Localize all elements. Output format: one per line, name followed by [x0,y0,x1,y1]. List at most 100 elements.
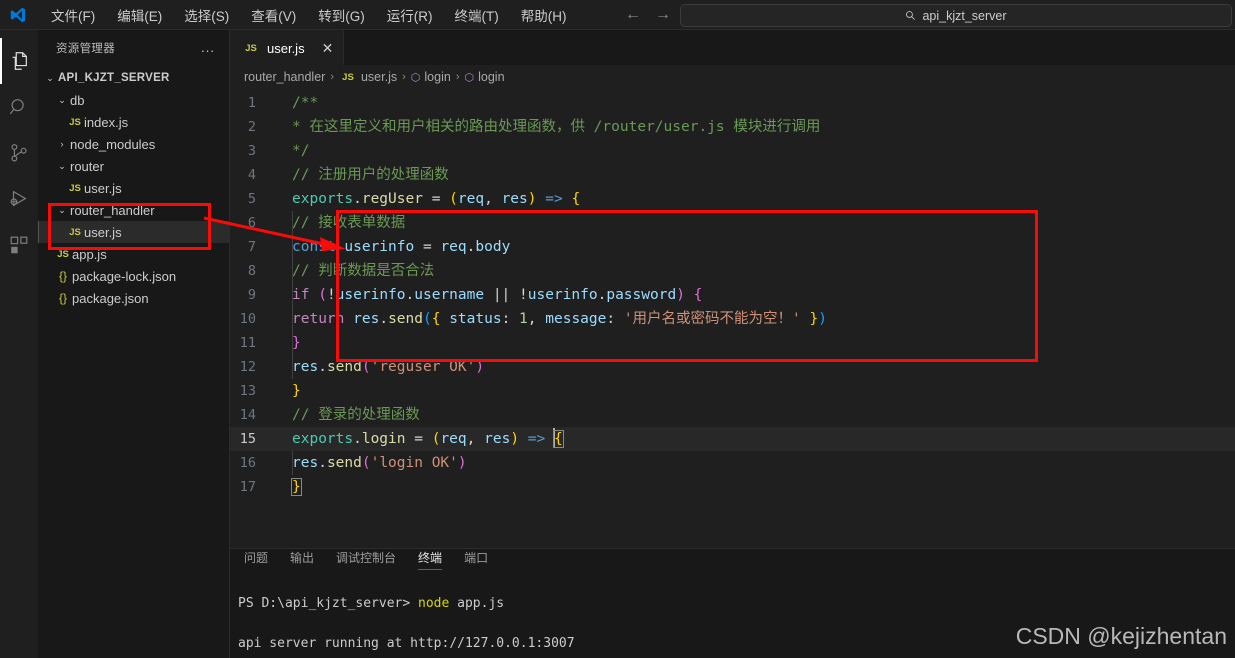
tree-item-router-user-js[interactable]: JS user.js [38,177,229,199]
tree-item-label: router [70,158,104,174]
tree-item-package-lock-json[interactable]: {} package-lock.json [38,265,229,287]
line-number: 14 [239,407,256,423]
code-token: res [292,359,319,375]
source-control-icon [11,144,27,162]
activitybar-search[interactable] [0,84,38,130]
tree-item-root[interactable]: ⌄ API_KJZT_SERVER [38,67,229,89]
line-number: 12 [239,359,256,375]
chevron-down-icon: ⌄ [58,204,66,215]
line-content: const userinfo = req.body [278,235,510,259]
line-content: exports.login = (req, res) => { [278,427,564,451]
tree-item-db[interactable]: ⌄ db [38,89,229,111]
line-content: */ [278,139,309,163]
code-token: , [527,311,546,327]
chevron-right-icon: › [402,71,406,83]
code-token: // 注册用户的处理函数 [292,167,449,183]
code-token: ) [527,191,537,207]
breadcrumb-label: login [424,70,451,84]
tree-item-label: user.js [84,180,122,196]
code-token: * 在这里定义和用户相关的路由处理函数，供 /router/user.js 模块… [292,119,821,135]
json-file-icon: {} [58,291,67,305]
tree-item-label: package.json [72,290,149,306]
activitybar-extensions[interactable] [0,222,38,268]
extensions-icon [10,236,28,254]
panel-tab-ports[interactable]: 端口 [464,549,488,570]
code-token: } [291,478,302,496]
more-actions-icon[interactable]: ... [201,40,215,55]
code-token: const [292,239,336,255]
menu-bar: 文件(F) 编辑(E) 选择(S) 查看(V) 转到(G) 运行(R) 终端(T… [40,2,578,28]
chevron-down-icon: ⌄ [58,160,66,171]
code-token: 1 [519,311,528,327]
line-number: 6 [247,215,256,231]
panel-tab-terminal[interactable]: 终端 [418,549,443,570]
go-forward-icon[interactable]: → [655,7,671,23]
menu-terminal[interactable]: 终端(T) [444,2,510,28]
code-token: { [571,191,581,207]
menu-run[interactable]: 运行(R) [376,2,444,28]
line-number: 8 [247,263,256,279]
line-content: // 登录的处理函数 [278,403,420,427]
command-center[interactable]: api_kjzt_server [680,4,1232,27]
breadcrumb-label: user.js [360,70,398,84]
activitybar-source-control[interactable] [0,130,38,176]
tree-item-app-js[interactable]: JS app.js [38,243,229,265]
tree-item-label: node_modules [70,136,156,152]
js-file-icon: JS [245,42,257,54]
code-token: 'login OK' [370,455,458,471]
tree-item-label: db [70,92,85,108]
tree-item-router-handler-user-js[interactable]: JS user.js [38,221,229,243]
menu-selection[interactable]: 选择(S) [173,2,240,28]
menu-edit[interactable]: 编辑(E) [106,2,173,28]
tree-item-index-js[interactable]: JS index.js [38,111,229,133]
code-line: 2 * 在这里定义和用户相关的路由处理函数，供 /router/user.js 模… [230,115,1235,139]
code-token: password [606,287,677,303]
code-token: message [545,311,607,327]
breadcrumb-item-symbol-1[interactable]: ⬡ login [411,70,451,84]
code-token: login [361,431,406,447]
code-line: 6 // 接收表单数据 [230,211,1235,235]
activitybar-run-debug[interactable] [0,176,38,222]
code-token: ) [475,359,485,375]
panel-tab-bar: 问题 输出 调试控制台 终端 端口 [230,549,1235,570]
code-token: regUser [361,191,423,207]
panel-tab-debug-console[interactable]: 调试控制台 [336,549,396,570]
line-content: /** [278,91,318,115]
go-back-icon[interactable]: ← [625,7,641,23]
code-token: = [414,239,441,255]
menu-go[interactable]: 转到(G) [307,2,376,28]
panel-tab-output[interactable]: 输出 [290,549,314,570]
tree-item-label: API_KJZT_SERVER [58,72,170,84]
chevron-right-icon: › [60,139,64,149]
navigation-arrows: ← → [625,0,671,30]
code-token: /** [292,95,319,111]
run-debug-icon [10,190,27,207]
code-editor[interactable]: 1 /** 2 * 在这里定义和用户相关的路由处理函数，供 /router/user.… [230,89,1235,548]
menu-view[interactable]: 查看(V) [240,2,307,28]
menu-file[interactable]: 文件(F) [40,2,106,28]
tree-item-node-modules[interactable]: › node_modules [38,133,229,155]
breadcrumb-item-file[interactable]: JS user.js [339,70,397,84]
breadcrumb-item-symbol-2[interactable]: ⬡ login [465,70,505,84]
line-number: 17 [239,479,256,495]
code-token: = [405,431,432,447]
code-token: ) [457,455,467,471]
terminal-command-arg: app.js [457,596,505,611]
menu-help[interactable]: 帮助(H) [510,2,578,28]
tree-item-router-handler[interactable]: ⌄ router_handler [38,199,229,221]
breadcrumb-label: router_handler [244,70,326,84]
breadcrumb-item-folder[interactable]: router_handler [244,70,325,84]
code-token: req [440,239,467,255]
tab-user-js[interactable]: JS user.js ✕ [230,30,345,65]
activitybar-explorer[interactable] [0,38,38,84]
tree-item-package-json[interactable]: {} package.json [38,287,229,309]
tree-item-router[interactable]: ⌄ router [38,155,229,177]
code-token: req [457,191,485,207]
close-icon[interactable]: ✕ [322,41,334,55]
line-content: } [278,475,302,499]
code-token: ) [510,431,520,447]
panel-tab-problems[interactable]: 问题 [244,549,268,570]
